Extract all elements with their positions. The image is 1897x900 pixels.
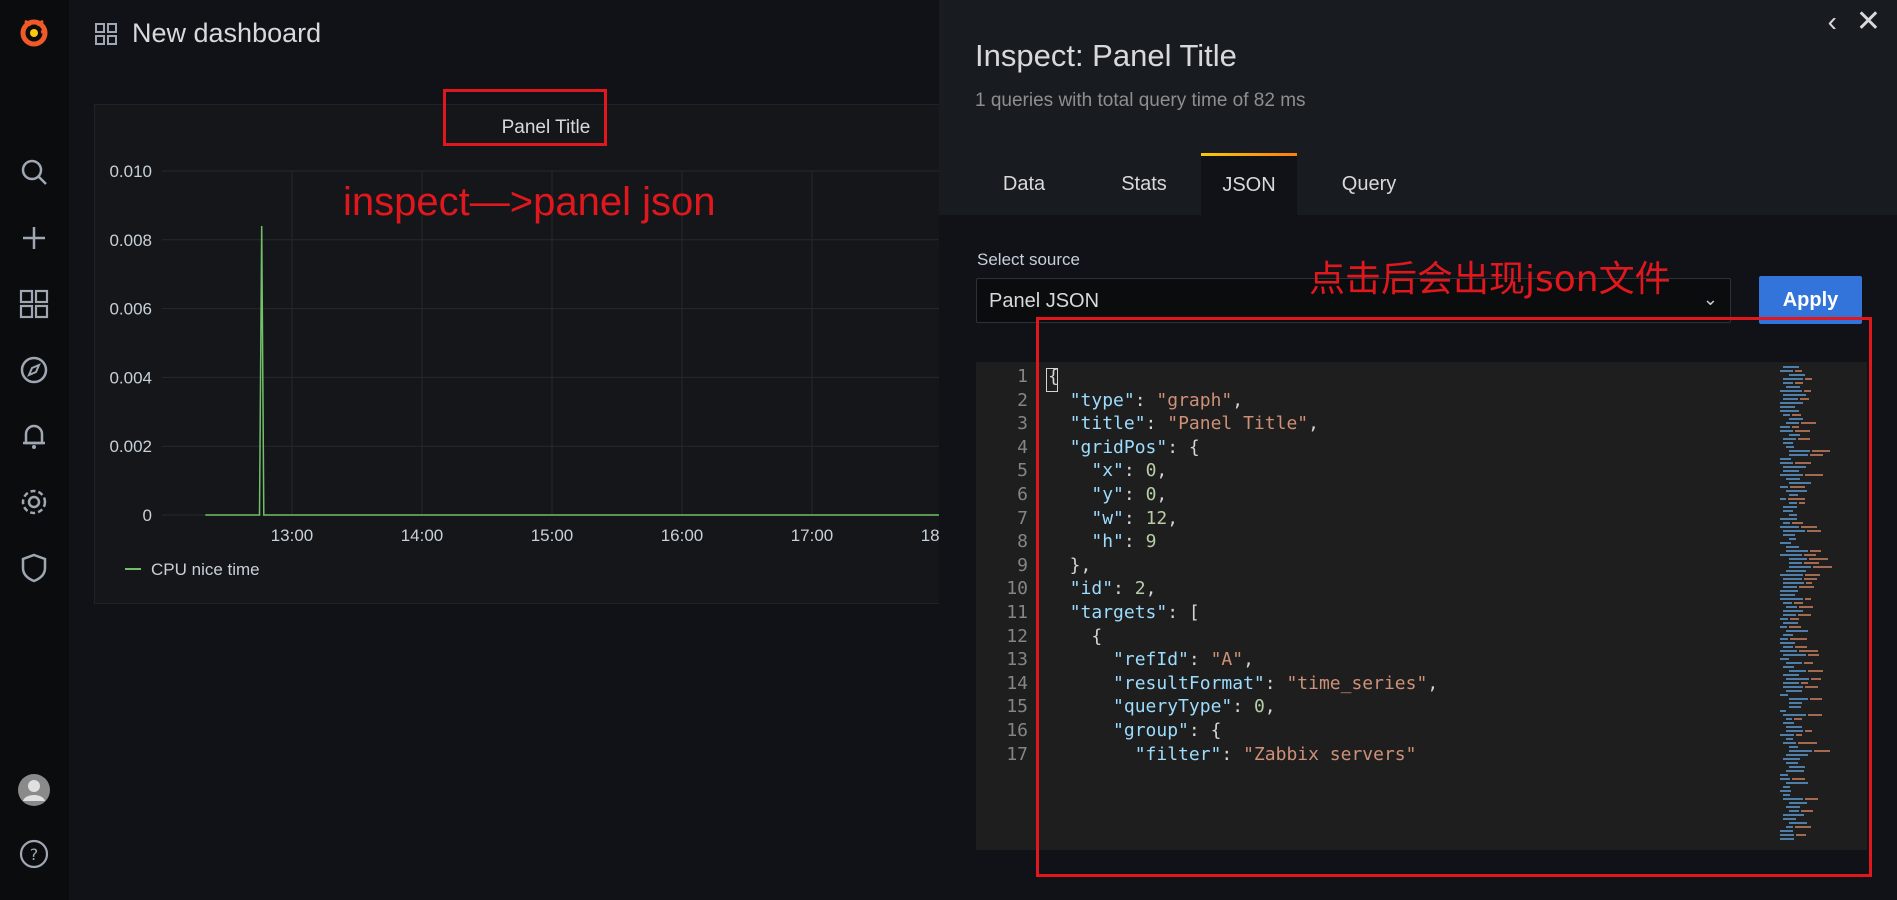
annotation-box-panel-title bbox=[443, 89, 607, 146]
annotation-box-json bbox=[1036, 317, 1872, 877]
line-number: 1 bbox=[1017, 366, 1028, 387]
x-tick-label: 15:00 bbox=[531, 526, 574, 545]
dashboard-title[interactable]: New dashboard bbox=[132, 18, 321, 49]
alerting-icon[interactable] bbox=[10, 412, 58, 460]
annotation-json-text: 点击后会出现json文件 bbox=[1309, 259, 1671, 300]
source-select-value: Panel JSON bbox=[989, 290, 1100, 312]
line-number: 12 bbox=[1006, 625, 1028, 647]
user-avatar[interactable] bbox=[10, 766, 58, 814]
y-tick-label: 0.008 bbox=[109, 231, 152, 250]
dashboard-grid-icon bbox=[95, 22, 117, 45]
annotation-inspect-text: inspect—>panel json bbox=[343, 180, 716, 224]
line-number: 15 bbox=[1006, 696, 1028, 718]
side-menu: ? bbox=[0, 0, 69, 900]
y-tick-label: 0.010 bbox=[109, 162, 152, 181]
tab-query[interactable]: Query bbox=[1319, 153, 1419, 215]
x-tick-label: 16:00 bbox=[661, 526, 704, 545]
tab-json[interactable]: JSON bbox=[1201, 153, 1297, 215]
x-tick-label: 18:00 bbox=[921, 526, 940, 545]
help-icon[interactable]: ? bbox=[10, 830, 58, 878]
line-number: 10 bbox=[1006, 578, 1028, 600]
collapse-drawer-icon[interactable]: ‹ bbox=[1828, 6, 1837, 38]
inspect-tabs: Data Stats JSON Query bbox=[939, 153, 1897, 215]
line-number: 6 bbox=[1017, 484, 1028, 505]
configuration-icon[interactable] bbox=[10, 478, 58, 526]
chevron-down-icon: ⌄ bbox=[1702, 289, 1718, 309]
dashboards-icon[interactable] bbox=[10, 280, 58, 328]
y-tick-label: 0.002 bbox=[109, 437, 152, 456]
y-tick-label: 0 bbox=[143, 506, 152, 525]
select-source-label: Select source bbox=[977, 250, 1080, 269]
legend-label: CPU nice time bbox=[151, 560, 260, 579]
x-tick-label: 13:00 bbox=[271, 526, 314, 545]
line-number: 16 bbox=[1006, 720, 1028, 741]
inspect-subtitle: 1 queries with total query time of 82 ms bbox=[975, 90, 1306, 111]
line-number: 4 bbox=[1017, 436, 1028, 458]
grafana-logo-icon[interactable] bbox=[10, 8, 58, 56]
line-number: 7 bbox=[1017, 507, 1028, 529]
close-icon[interactable]: ✕ bbox=[1856, 4, 1881, 39]
x-tick-label: 17:00 bbox=[791, 526, 834, 545]
line-number: 8 bbox=[1017, 531, 1028, 553]
line-number: 5 bbox=[1017, 460, 1028, 482]
graph-panel[interactable]: Panel Title 0.010 0.008 0.006 0.004 0.002 0 13… bbox=[94, 104, 940, 604]
search-icon[interactable] bbox=[10, 148, 58, 196]
line-number: 3 bbox=[1017, 413, 1028, 435]
explore-icon[interactable] bbox=[10, 346, 58, 394]
server-admin-icon[interactable] bbox=[10, 544, 58, 592]
line-number: 11 bbox=[1006, 602, 1028, 623]
tab-stats[interactable]: Stats bbox=[1094, 153, 1194, 215]
line-number: 2 bbox=[1017, 389, 1028, 411]
dashboard-header: New dashboard bbox=[94, 18, 321, 49]
line-number: 17 bbox=[1006, 743, 1028, 765]
x-tick-label: 14:00 bbox=[401, 526, 444, 545]
y-tick-label: 0.004 bbox=[109, 368, 152, 387]
y-tick-label: 0.006 bbox=[109, 300, 152, 319]
svg-text:?: ? bbox=[30, 845, 39, 864]
line-number: 9 bbox=[1017, 554, 1028, 576]
inspect-title: Inspect: Panel Title bbox=[975, 38, 1237, 73]
series-line bbox=[205, 225, 940, 516]
add-icon[interactable] bbox=[10, 214, 58, 262]
line-number: 14 bbox=[1006, 672, 1028, 694]
inspect-header: ‹ ✕ Inspect: Panel Title 1 queries with … bbox=[939, 0, 1897, 215]
tab-data[interactable]: Data bbox=[979, 153, 1069, 215]
line-number: 13 bbox=[1006, 649, 1028, 671]
